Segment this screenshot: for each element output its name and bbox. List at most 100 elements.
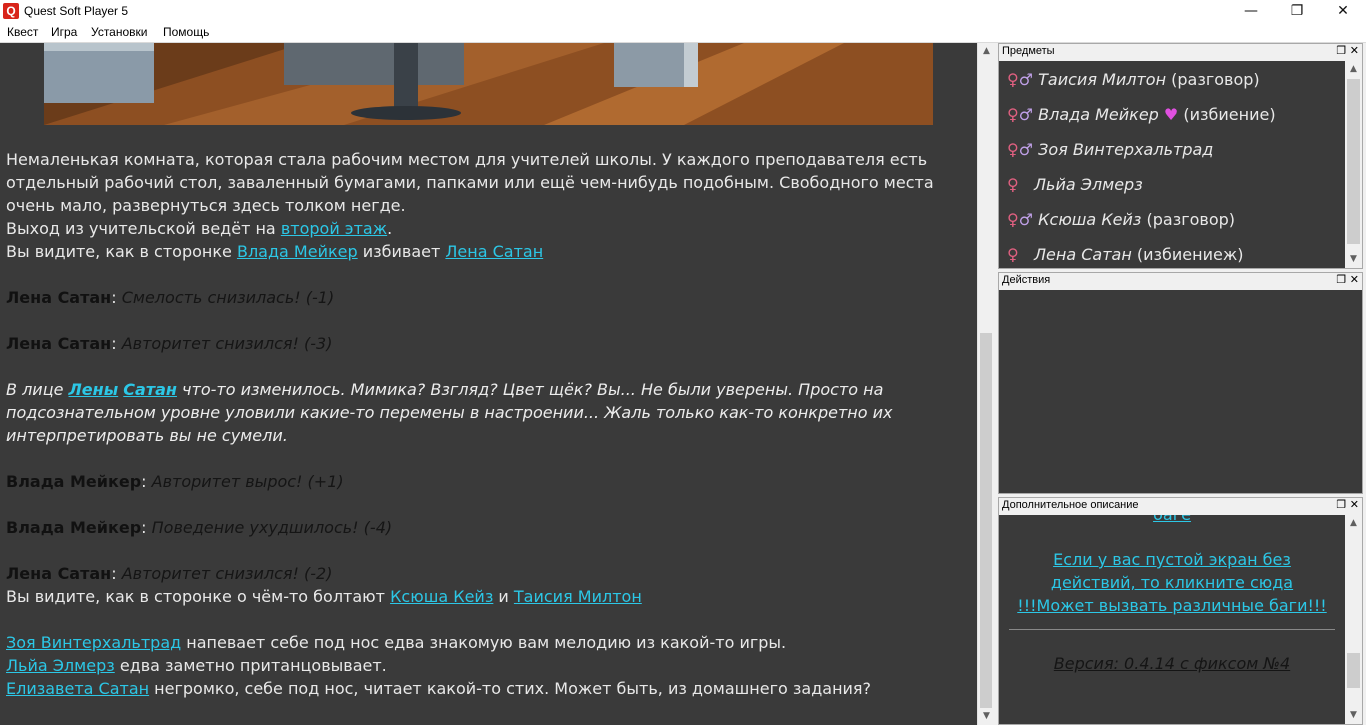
version-label[interactable]: Версия: 0.4.14 с фиксом №4 <box>1054 654 1290 673</box>
link-bugs[interactable]: баге <box>999 515 1345 526</box>
item-name: Влада Мейкер <box>1038 105 1159 124</box>
male-icon: ♂ <box>1018 140 1034 159</box>
menu-settings[interactable]: Установки <box>91 25 147 39</box>
elizaveta-text: негромко, себе под нос, читает какой-то … <box>149 679 872 698</box>
item-status: (избиениеж) <box>1131 245 1244 264</box>
scroll-up-icon[interactable]: ▲ <box>1345 61 1362 78</box>
exit-text: Выход из учительской ведёт на <box>6 219 281 238</box>
link-satan[interactable]: Сатан <box>123 380 177 399</box>
female-icon: ♀ <box>1007 245 1019 264</box>
male-icon: ♂ <box>1018 105 1034 124</box>
items-list: ♀♂ Таисия Милтон (разговор) ♀♂ Влада Мей… <box>999 61 1362 268</box>
female-icon: ♀ <box>1007 175 1019 194</box>
close-button[interactable]: ✕ <box>1320 0 1366 23</box>
link-bugs-warning[interactable]: !!!Может вызвать различные баги!!! <box>999 594 1345 617</box>
event-name: Лена Сатан <box>6 288 112 307</box>
link-vlada[interactable]: Влада Мейкер <box>237 242 358 261</box>
office-room-image <box>44 43 933 125</box>
item-status: (разговор) <box>1166 70 1260 89</box>
menu-bar: Квест Игра Установки Помощь <box>0 23 1366 43</box>
see-text: Вы видите, как в сторонке <box>6 242 237 261</box>
items-scrollbar[interactable]: ▲ ▼ <box>1345 61 1362 268</box>
male-icon: ♂ <box>1018 70 1034 89</box>
divider <box>1009 629 1335 630</box>
link-elizaveta[interactable]: Елизавета Сатан <box>6 679 149 698</box>
actions-panel-title: Действия <box>1002 274 1051 286</box>
scroll-thumb[interactable] <box>980 333 992 708</box>
event-text: Смелость снизилась! (-1) <box>121 288 335 307</box>
event-name: Лена Сатан <box>6 334 112 353</box>
scroll-down-icon[interactable]: ▼ <box>978 708 995 725</box>
extra-description-panel: Дополнительное описание ❐ ✕ баге Если у в… <box>998 497 1363 725</box>
face-prefix: В лице <box>6 380 69 399</box>
panel-controls[interactable]: ❐ ✕ <box>1336 273 1359 286</box>
scroll-up-icon[interactable]: ▲ <box>978 43 995 60</box>
scroll-thumb[interactable] <box>1347 79 1360 244</box>
item-name: Ксюша Кейз <box>1038 210 1142 229</box>
list-item[interactable]: ♀♂ Влада Мейкер ♥ (избиение) <box>1007 105 1276 129</box>
item-status: (разговор) <box>1141 210 1236 229</box>
items-panel: Предметы ❐ ✕ ♀♂ Таисия Милтон (разговор) … <box>998 43 1363 269</box>
link-lena[interactable]: Лена Сатан <box>445 242 543 261</box>
lya-text: едва заметно пританцовывает. <box>114 656 387 675</box>
scroll-thumb[interactable] <box>1347 653 1360 688</box>
see2-mid: и <box>493 587 514 606</box>
exit-suffix: . <box>387 219 393 238</box>
event-text: Поведение ухудшилось! (-4) <box>151 518 393 537</box>
link-taisia[interactable]: Таисия Милтон <box>514 587 642 606</box>
scroll-up-icon[interactable]: ▲ <box>1345 515 1362 532</box>
panel-controls[interactable]: ❐ ✕ <box>1336 44 1359 57</box>
menu-quest[interactable]: Квест <box>7 25 38 39</box>
scroll-down-icon[interactable]: ▼ <box>1345 251 1362 268</box>
panel-controls[interactable]: ❐ ✕ <box>1336 498 1359 511</box>
story-scrollbar[interactable]: ▲ ▼ <box>977 43 994 725</box>
list-item[interactable]: ♀♂ Ксюша Кейз (разговор) <box>1007 210 1235 234</box>
room-description: Немаленькая комната, которая стала рабоч… <box>6 150 934 215</box>
see-mid: избивает <box>357 242 446 261</box>
list-item[interactable]: ♀♂ Зоя Винтерхальтрад <box>1007 140 1213 164</box>
see2-text: Вы видите, как в сторонке о чём-то болта… <box>6 587 391 606</box>
item-status: (избиение) <box>1178 105 1276 124</box>
event-text: Авторитет вырос! (+1) <box>151 472 344 491</box>
item-name: Льйа Элмерз <box>1033 175 1143 194</box>
extra-description: баге Если у вас пустой экран без действи… <box>999 515 1362 724</box>
scroll-down-icon[interactable]: ▼ <box>1345 707 1362 724</box>
event-name: Влада Мейкер <box>6 472 142 491</box>
event-text: Авторитет снизился! (-3) <box>121 334 333 353</box>
zoya-text: напевает себе под нос едва знакомую вам … <box>181 633 787 652</box>
female-icon: ♀ <box>1007 105 1019 124</box>
link-lya[interactable]: Льйа Элмерз <box>6 656 115 675</box>
story-text: Немаленькая комната, которая стала рабоч… <box>6 150 934 698</box>
menu-help[interactable]: Помощь <box>163 25 209 39</box>
female-icon: ♀ <box>1007 70 1019 89</box>
actions-list <box>999 290 1362 493</box>
event-name: Лена Сатан <box>6 564 112 583</box>
minimize-button[interactable]: — <box>1228 0 1274 23</box>
link-zoya[interactable]: Зоя Винтерхальтрад <box>6 633 181 652</box>
window-title: Quest Soft Player 5 <box>24 4 129 18</box>
male-icon: ♂ <box>1018 210 1034 229</box>
extra-panel-title: Дополнительное описание <box>1002 499 1139 511</box>
list-item[interactable]: ♀ Лена Сатан (избиениеж) <box>1007 245 1243 268</box>
story-view: Немаленькая комната, которая стала рабоч… <box>0 43 977 725</box>
restore-button[interactable]: ❐ <box>1274 0 1320 23</box>
link-empty-screen[interactable]: Если у вас пустой экран без действий, то… <box>999 548 1345 594</box>
actions-panel: Действия ❐ ✕ <box>998 272 1363 494</box>
title-bar: Q Quest Soft Player 5 — ❐ ✕ <box>0 0 1366 23</box>
items-panel-title: Предметы <box>1002 45 1055 57</box>
event-name: Влада Мейкер <box>6 518 142 537</box>
female-icon: ♀ <box>1007 210 1019 229</box>
link-leny[interactable]: Лены <box>69 380 119 399</box>
event-text: Авторитет снизился! (-2) <box>121 564 333 583</box>
female-icon: ♀ <box>1007 140 1019 159</box>
item-name: Лена Сатан <box>1033 245 1132 264</box>
menu-game[interactable]: Игра <box>51 25 77 39</box>
item-name: Таисия Милтон <box>1038 70 1167 89</box>
link-second-floor[interactable]: второй этаж <box>281 219 387 238</box>
list-item[interactable]: ♀♂ Таисия Милтон (разговор) <box>1007 70 1260 94</box>
list-item[interactable]: ♀ Льйа Элмерз <box>1007 175 1143 199</box>
heart-icon: ♥ <box>1163 105 1179 124</box>
quest-logo-icon: Q <box>3 3 19 19</box>
extra-scrollbar[interactable]: ▲ ▼ <box>1345 515 1362 724</box>
link-ksyusha[interactable]: Ксюша Кейз <box>390 587 493 606</box>
